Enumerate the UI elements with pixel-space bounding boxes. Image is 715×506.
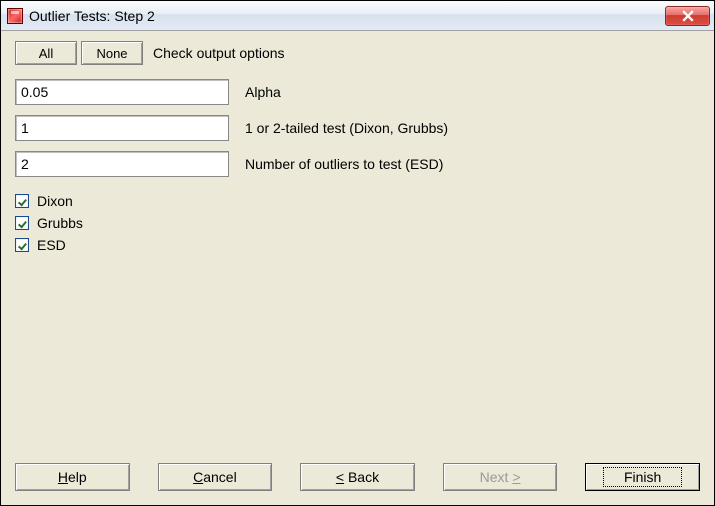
content-area: All None Check output options Alpha 1 or…: [1, 31, 714, 453]
dixon-label: Dixon: [37, 193, 73, 209]
esd-n-input[interactable]: [15, 151, 229, 177]
outlier-tests-dialog: Outlier Tests: Step 2 All None Check out…: [0, 0, 715, 506]
alpha-row: Alpha: [15, 79, 700, 105]
window-title: Outlier Tests: Step 2: [29, 8, 665, 24]
esd-row: ESD: [15, 237, 700, 253]
app-icon: [7, 8, 23, 24]
cancel-button[interactable]: Cancel: [158, 463, 273, 491]
help-button[interactable]: Help: [15, 463, 130, 491]
esd-checkbox[interactable]: [15, 238, 29, 252]
options-prompt: Check output options: [153, 45, 285, 61]
esd-n-row: Number of outliers to test (ESD): [15, 151, 700, 177]
all-button[interactable]: All: [15, 41, 77, 65]
tails-label: 1 or 2-tailed test (Dixon, Grubbs): [245, 120, 448, 136]
dixon-row: Dixon: [15, 193, 700, 209]
finish-button[interactable]: Finish: [585, 463, 700, 491]
finish-text: Finish: [624, 469, 661, 485]
grubbs-row: Grubbs: [15, 215, 700, 231]
tails-row: 1 or 2-tailed test (Dixon, Grubbs): [15, 115, 700, 141]
help-text: elp: [68, 469, 87, 485]
back-text: Back: [348, 469, 379, 485]
dixon-checkbox[interactable]: [15, 194, 29, 208]
back-button[interactable]: < Back: [300, 463, 415, 491]
cancel-text: ancel: [203, 469, 236, 485]
close-button[interactable]: [665, 6, 710, 26]
output-options-row: All None Check output options: [15, 41, 700, 65]
titlebar: Outlier Tests: Step 2: [1, 1, 714, 31]
checkbox-group: Dixon Grubbs ESD: [15, 193, 700, 259]
grubbs-label: Grubbs: [37, 215, 83, 231]
close-icon: [682, 10, 694, 22]
esd-label: ESD: [37, 237, 66, 253]
alpha-input[interactable]: [15, 79, 229, 105]
none-button[interactable]: None: [81, 41, 143, 65]
next-text: Next: [480, 469, 509, 485]
alpha-label: Alpha: [245, 84, 281, 100]
button-bar: Help Cancel < Back Next > Finish: [1, 453, 714, 505]
esd-n-label: Number of outliers to test (ESD): [245, 156, 443, 172]
grubbs-checkbox[interactable]: [15, 216, 29, 230]
tails-input[interactable]: [15, 115, 229, 141]
next-button: Next >: [443, 463, 558, 491]
